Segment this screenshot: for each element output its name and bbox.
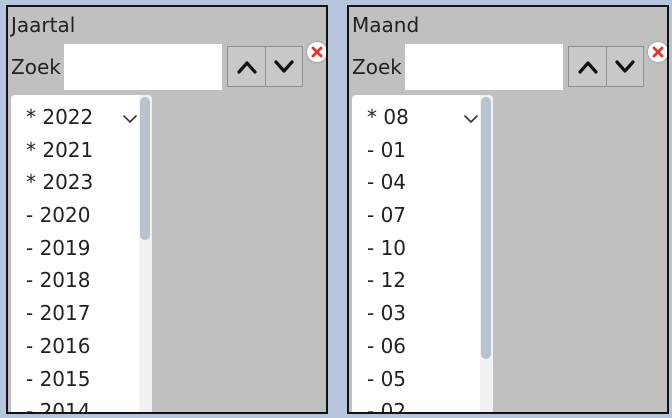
- sort-down-button[interactable]: [265, 47, 302, 86]
- chevron-down-icon: [615, 59, 635, 73]
- sort-up-button[interactable]: [569, 47, 606, 86]
- month-listbox[interactable]: * 08 - 01 - 04 - 07 - 10 - 12 - 03 - 06 …: [352, 95, 493, 412]
- list-item[interactable]: - 2018: [11, 264, 140, 297]
- search-label: Zoek: [11, 55, 61, 79]
- scrollbar[interactable]: [139, 95, 152, 412]
- scrollbar-thumb[interactable]: [481, 97, 491, 359]
- clear-filter-button[interactable]: [307, 42, 326, 62]
- list-item[interactable]: * 2023: [11, 166, 140, 199]
- year-filter-panel: Jaartal Zoek * 2022 * 2021 * 2023 - 2020…: [6, 5, 328, 414]
- list-item[interactable]: - 07: [352, 199, 481, 232]
- list-item[interactable]: - 2014: [11, 395, 140, 412]
- dropdown-chevron-icon[interactable]: [463, 114, 479, 124]
- chevron-up-icon: [236, 60, 257, 74]
- list-item[interactable]: - 10: [352, 232, 481, 265]
- scrollbar[interactable]: [480, 95, 493, 412]
- list-item[interactable]: - 04: [352, 166, 481, 199]
- list-item[interactable]: - 2019: [11, 232, 140, 265]
- chevron-up-icon: [577, 60, 598, 74]
- list-item[interactable]: - 2020: [11, 199, 140, 232]
- list-item[interactable]: * 2021: [11, 134, 140, 167]
- list-item[interactable]: - 12: [352, 264, 481, 297]
- chevron-down-icon: [274, 59, 294, 73]
- sort-up-button[interactable]: [228, 47, 265, 86]
- list-item[interactable]: - 02: [352, 395, 481, 412]
- close-icon: [311, 46, 323, 58]
- year-listbox[interactable]: * 2022 * 2021 * 2023 - 2020 - 2019 - 201…: [11, 95, 152, 412]
- sort-button-group: [568, 46, 644, 87]
- sort-down-button[interactable]: [606, 47, 643, 86]
- search-input[interactable]: [405, 44, 563, 90]
- panel-title: Maand: [352, 13, 420, 37]
- list-item[interactable]: * 2022: [11, 101, 140, 134]
- list-item[interactable]: - 05: [352, 363, 481, 396]
- month-filter-panel: Maand Zoek * 08 - 01 - 04 - 07 - 10 - 12…: [347, 5, 669, 414]
- month-list: * 08 - 01 - 04 - 07 - 10 - 12 - 03 - 06 …: [352, 101, 481, 412]
- panel-title: Jaartal: [11, 13, 76, 37]
- list-item[interactable]: - 03: [352, 297, 481, 330]
- list-item[interactable]: - 06: [352, 330, 481, 363]
- scrollbar-thumb[interactable]: [140, 97, 150, 240]
- dropdown-chevron-icon[interactable]: [122, 114, 138, 124]
- year-list: * 2022 * 2021 * 2023 - 2020 - 2019 - 201…: [11, 101, 140, 412]
- list-item[interactable]: - 2015: [11, 363, 140, 396]
- list-item[interactable]: - 2017: [11, 297, 140, 330]
- sort-button-group: [227, 46, 303, 87]
- close-icon: [652, 46, 664, 58]
- search-input[interactable]: [64, 44, 222, 90]
- list-item[interactable]: * 08: [352, 101, 481, 134]
- search-label: Zoek: [352, 55, 402, 79]
- list-item[interactable]: - 01: [352, 134, 481, 167]
- list-item[interactable]: - 2016: [11, 330, 140, 363]
- clear-filter-button[interactable]: [648, 42, 667, 62]
